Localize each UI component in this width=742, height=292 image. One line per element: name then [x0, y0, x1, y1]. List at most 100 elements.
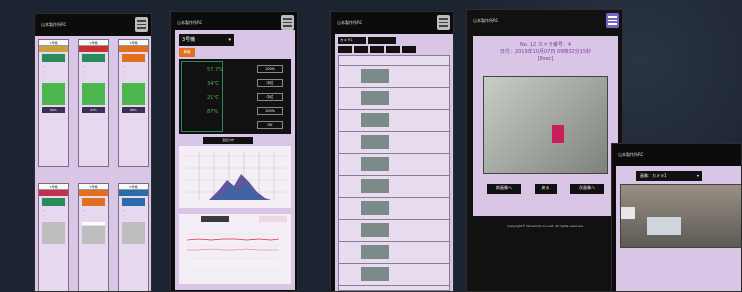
reading-box: 中位	[257, 93, 283, 101]
phone-camera-view: 山本製作所RC 画像：カメラ1 ▾	[611, 143, 742, 292]
status-tab[interactable]: 稼働	[179, 48, 195, 57]
menu-icon[interactable]	[281, 15, 294, 30]
reading-line: - ·	[83, 74, 86, 78]
fill-percent: 89%	[42, 107, 65, 113]
unit-name	[119, 46, 148, 52]
fill-bar	[42, 83, 65, 105]
status-badge	[42, 54, 65, 62]
camera-image[interactable]	[620, 184, 741, 248]
image-table	[338, 55, 450, 291]
image-vehicle	[647, 217, 681, 235]
unit-name	[119, 190, 148, 196]
unit-card[interactable]: 6号機 - · - ·	[118, 183, 149, 291]
menu-icon[interactable]	[135, 17, 148, 32]
fill-bar	[122, 222, 145, 244]
trend-chart	[179, 214, 291, 284]
menu-icon[interactable]	[437, 15, 450, 30]
fill-bar	[82, 83, 105, 105]
phone-unit-detail: 山本製作所RC 3号機 ▾ 稼働 57.7% 34℃ 21℃ 87% 100% 中…	[170, 11, 298, 292]
filter-button[interactable]	[386, 46, 400, 53]
unit-grid: 1号機 - · - · - · 89% 2号機 - · - · - · 97% …	[35, 36, 151, 291]
reading-box: 100%	[257, 65, 283, 73]
image-subject	[552, 125, 564, 143]
thumbnail[interactable]	[361, 135, 389, 149]
phone-image-viewer: 山本製作所RC No. 12 カメラ番号：4 日付：2019年10月07日 09…	[466, 9, 623, 292]
reading-line: - ·	[83, 213, 86, 217]
reading-line: - ·	[43, 74, 46, 78]
reading-box: 100%	[257, 107, 283, 115]
image-object	[621, 207, 635, 219]
unit-name	[39, 46, 68, 52]
reading-box: OK	[257, 121, 283, 129]
camera-select[interactable]: カメラ1	[338, 37, 366, 44]
filter-button[interactable]	[402, 46, 416, 53]
menu-icon[interactable]	[606, 13, 619, 28]
thumbnail[interactable]	[361, 91, 389, 105]
reading-value: 57.7%	[207, 67, 223, 73]
phone-unit-overview: 山本製作所RC 1号機 - · - · - · 89% 2号機 - · - · …	[34, 13, 152, 292]
chevron-down-icon: ▾	[696, 173, 699, 178]
reading-line: - ·	[123, 213, 126, 217]
app-header: 山本製作所RC	[618, 152, 644, 157]
detail-panel: 3号機 ▾ 稼働 57.7% 34℃ 21℃ 87% 100% 中位 中位 100…	[175, 30, 295, 290]
fill-bar	[42, 222, 65, 244]
thumbnail[interactable]	[361, 223, 389, 237]
camera-image[interactable]	[483, 76, 608, 174]
status-badge	[42, 198, 65, 206]
fill-percent: 88%	[122, 107, 145, 113]
thumbnail[interactable]	[361, 179, 389, 193]
image-number: No. 12 カメラ番号：4	[519, 42, 572, 48]
image-title: No. 12 カメラ番号：4 日付：2019年10月07日 09時32分15秒 …	[473, 36, 618, 63]
prev-image-button[interactable]: 前画像へ	[487, 184, 521, 194]
reading-line: - ·	[123, 74, 126, 78]
fill-percent: 97%	[82, 107, 105, 113]
unit-dropdown[interactable]: 3号機 ▾	[179, 34, 234, 46]
unit-name	[79, 190, 108, 196]
thumbnail[interactable]	[361, 201, 389, 215]
image-duration: [8sec]	[537, 56, 554, 62]
next-image-button[interactable]: 次画像へ	[570, 184, 604, 194]
filter-button[interactable]	[354, 46, 368, 53]
unit-card[interactable]: 4号機 - · - ·	[38, 183, 69, 291]
thumbnail[interactable]	[361, 113, 389, 127]
unit-name	[39, 190, 68, 196]
thumbnail[interactable]	[361, 267, 389, 281]
status-badge	[82, 198, 105, 206]
readings-table: 57.7% 34℃ 21℃ 87% 100% 中位 中位 100% OK	[179, 59, 291, 134]
filter-buttons	[338, 46, 448, 53]
app-header: 山本製作所RC	[35, 14, 151, 36]
reading-value: 87%	[207, 109, 219, 115]
app-header: 山本製作所RC	[467, 10, 622, 32]
nav-buttons: 前画像へ 戻る 次画像へ	[487, 184, 604, 194]
phone-image-list: 山本製作所RC カメラ1	[330, 11, 454, 292]
chevron-down-icon: ▾	[228, 37, 231, 43]
list-panel: カメラ1	[335, 34, 453, 291]
section-label: 温度分布	[203, 137, 253, 144]
thumbnail[interactable]	[361, 69, 389, 83]
status-badge	[122, 54, 145, 62]
unit-card[interactable]: 1号機 - · - · - · 89%	[38, 39, 69, 167]
table-rows	[339, 66, 449, 290]
fill-bar	[122, 83, 145, 105]
table-header	[339, 56, 449, 66]
filter-select[interactable]	[368, 37, 396, 44]
back-button[interactable]: 戻る	[534, 184, 557, 194]
reading-value: 34℃	[207, 81, 219, 87]
unit-card[interactable]: 2号機 - · - · - · 97%	[78, 39, 109, 167]
image-date: 日付：2019年10月07日 09時32分15秒	[499, 49, 592, 55]
filter-button[interactable]	[338, 46, 352, 53]
reading-value: 21℃	[207, 95, 219, 101]
reading-box: 中位	[257, 79, 283, 87]
unit-card[interactable]: 5号機 - · - ·	[78, 183, 109, 291]
copyright: Copyright© Yamamoto Co.,Ltd. All rights …	[507, 224, 584, 228]
filter-button[interactable]	[370, 46, 384, 53]
thumbnail[interactable]	[361, 245, 389, 259]
app-header: 山本製作所RC	[331, 12, 453, 34]
camera-panel: 画像：カメラ1 ▾	[616, 166, 741, 291]
thumbnail[interactable]	[361, 157, 389, 171]
viewer-panel: No. 12 カメラ番号：4 日付：2019年10月07日 09時32分15秒 …	[473, 36, 618, 216]
unit-card[interactable]: 3号機 - · - · - · 88%	[118, 39, 149, 167]
camera-select[interactable]: 画像：カメラ1 ▾	[636, 171, 702, 181]
status-badge	[122, 198, 145, 206]
distribution-chart	[179, 146, 291, 208]
